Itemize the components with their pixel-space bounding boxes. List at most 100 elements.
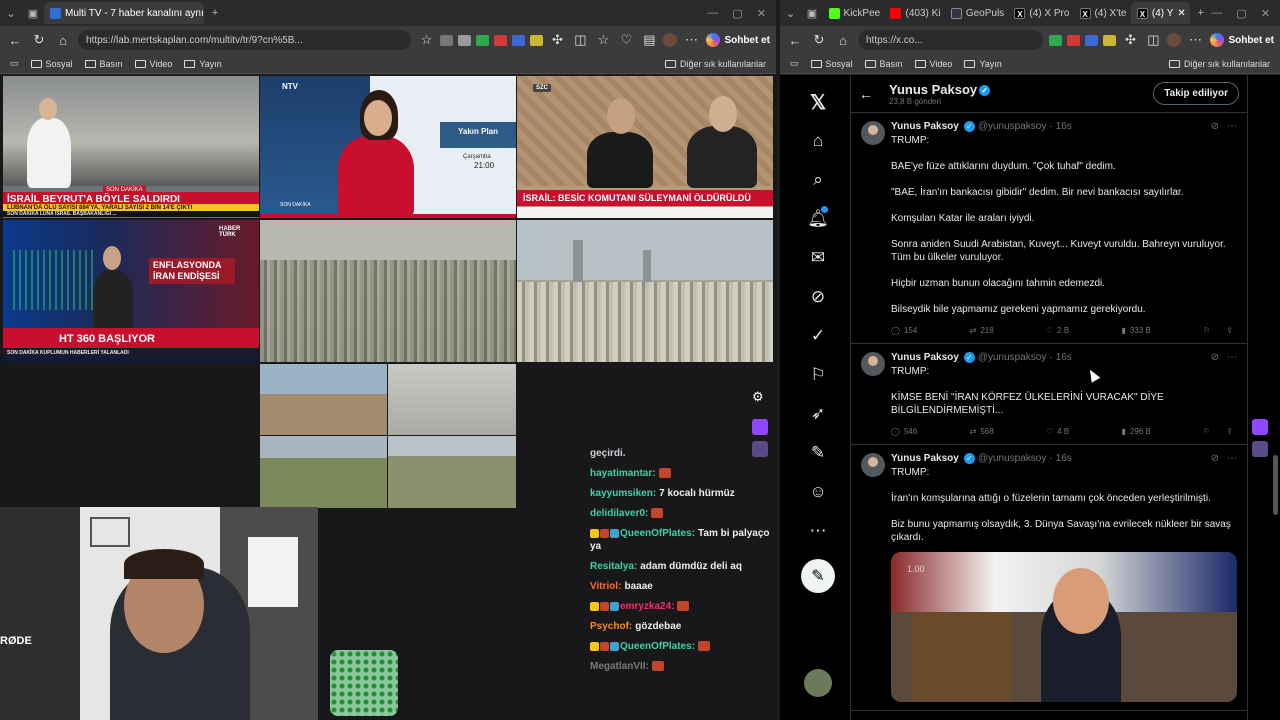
workspaces-icon[interactable]: ▣	[801, 2, 822, 24]
tweet-handle[interactable]: @yunuspaksoy	[978, 352, 1047, 363]
extension-icon[interactable]	[1049, 34, 1063, 46]
extensions-puzzle-icon[interactable]: ✣	[1121, 32, 1139, 48]
copilot-button[interactable]: Sohbet et	[706, 33, 770, 47]
tweet-avatar[interactable]	[861, 352, 885, 376]
profile-icon[interactable]: ☺	[799, 473, 837, 511]
maximize-icon[interactable]: ▢	[1236, 7, 1246, 20]
like-button[interactable]: ♡ 2 B	[1046, 326, 1069, 335]
chat-username[interactable]: MegatlanVII:	[590, 661, 649, 672]
tweet-avatar[interactable]	[861, 121, 885, 145]
address-bar[interactable]: https://lab.mertskaplan.com/multitv/tr/9…	[78, 30, 412, 50]
tv-tile-4[interactable]: HABER TÜRK ENFLASYONDA İRAN ENDİŞESİ HT …	[3, 220, 259, 362]
bookmarks-icon[interactable]: ⚐	[799, 356, 837, 394]
chat-username[interactable]: kayyumsiken:	[590, 488, 656, 499]
bookmark-basin[interactable]: Basın	[84, 59, 123, 69]
settings-gear-icon[interactable]: ⚙	[752, 389, 764, 405]
bookmark-sosyal[interactable]: Sosyal	[30, 59, 73, 69]
split-screen-icon[interactable]: ◫	[571, 32, 589, 48]
extension-icon[interactable]	[494, 34, 508, 46]
other-favorites[interactable]: Diğer sık kullanılanlar	[664, 59, 766, 69]
more-icon[interactable]: ⋯	[1186, 32, 1204, 48]
tweet-author[interactable]: Yunus Paksoy	[891, 352, 959, 363]
grok-icon[interactable]: ⊘	[1211, 352, 1219, 363]
compose-post-button[interactable]: ✎	[801, 559, 835, 593]
tv-tile-7[interactable]	[260, 364, 516, 508]
tab-menu-icon[interactable]: ⌄	[0, 2, 22, 24]
extension-icon[interactable]	[512, 34, 526, 46]
tv-tile-1[interactable]: SON DAKİKA İSRAİL BEYRUT'A BÖYLE SALDIRD…	[3, 76, 259, 218]
star-icon[interactable]: ☆	[417, 32, 435, 48]
close-tab-icon[interactable]: ✕	[1177, 8, 1185, 19]
share-icon[interactable]: ⇪	[1226, 326, 1233, 335]
tweet-handle[interactable]: @yunuspaksoy	[978, 453, 1047, 464]
tab-geopuls[interactable]: GeoPuls	[945, 2, 1009, 24]
views-button[interactable]: ▮ 296 B	[1122, 427, 1151, 436]
side-extension-icon[interactable]	[752, 419, 768, 435]
repost-button[interactable]: ⇄ 218	[970, 326, 994, 335]
more-options-icon[interactable]: ⋯	[1227, 352, 1237, 363]
sidebar-toggle-icon[interactable]: ▭	[10, 58, 19, 69]
workspaces-icon[interactable]: ▣	[22, 2, 44, 24]
search-icon[interactable]: ⌕	[799, 161, 837, 199]
tab-menu-icon[interactable]: ⌄	[780, 2, 801, 24]
reply-button[interactable]: ◯ 154	[891, 326, 917, 335]
reply-button[interactable]: ◯ 546	[891, 427, 917, 436]
repost-button[interactable]: ⇄ 568	[970, 427, 994, 436]
share-icon[interactable]: ⇪	[1226, 427, 1233, 436]
bookmark-yayin[interactable]: Yayın	[964, 59, 1002, 69]
tab-x-pro[interactable]: X (4) X Pro	[1008, 2, 1073, 24]
new-tab-icon[interactable]: +	[204, 2, 226, 24]
grok-icon[interactable]: ⊘	[1211, 121, 1219, 132]
refresh-icon[interactable]: ↻	[810, 32, 828, 48]
extension-icon[interactable]	[458, 34, 472, 46]
extension-icon[interactable]	[476, 34, 490, 46]
extension-icon[interactable]	[1103, 34, 1117, 46]
tweet-time[interactable]: 16s	[1056, 453, 1072, 464]
home-icon[interactable]: ⌂	[54, 33, 72, 48]
address-bar[interactable]: https://x.co...	[858, 30, 1044, 50]
video-speed-label[interactable]: 1.00	[907, 564, 925, 574]
more-icon[interactable]: ⋯	[799, 512, 837, 550]
tweet-author[interactable]: Yunus Paksoy	[891, 453, 959, 464]
grok-icon[interactable]: ⊘	[799, 278, 837, 316]
tweet[interactable]: Yunus Paksoy ✓ @yunuspaksoy · 16s ⊘ ⋯ TRUMP: İra…	[851, 445, 1247, 711]
bookmark-button[interactable]: ⚐ ⇪	[1203, 427, 1233, 436]
close-window-icon[interactable]: ✕	[1261, 7, 1270, 20]
downloads-icon[interactable]: ▤	[640, 32, 658, 48]
other-favorites[interactable]: Diğer sık kullanılanlar	[1168, 59, 1270, 69]
tab-kickpee[interactable]: KickPee	[823, 2, 885, 24]
tab-multitv[interactable]: Multi TV - 7 haber kanalını aynı an ✕	[44, 2, 204, 24]
tab-x-te[interactable]: X (4) X'te	[1074, 2, 1131, 24]
like-button[interactable]: ♡ 4 B	[1046, 427, 1069, 436]
grok-icon[interactable]: ⊘	[1211, 453, 1219, 464]
new-tab-icon[interactable]: +	[1190, 2, 1211, 24]
tweet-time[interactable]: 16s	[1056, 352, 1072, 363]
close-window-icon[interactable]: ✕	[757, 7, 766, 20]
verified-orgs-icon[interactable]: ✓	[799, 317, 837, 355]
bookmark-yayin[interactable]: Yayın	[184, 59, 222, 69]
tv-tile-6[interactable]	[517, 220, 773, 362]
chat-username[interactable]: QueenOfPlates:	[620, 528, 695, 539]
chat-username[interactable]: Psychof:	[590, 621, 632, 632]
tab-youtube[interactable]: (403) Ki	[884, 2, 944, 24]
chat-username[interactable]: hayatimantar:	[590, 468, 656, 479]
extensions-puzzle-icon[interactable]: ✣	[548, 32, 566, 48]
tv-tile-5[interactable]	[260, 220, 516, 362]
back-arrow-icon[interactable]: ←	[859, 86, 889, 102]
tab-x-active[interactable]: X (4) Y ✕	[1130, 2, 1191, 24]
side-extension-icon[interactable]	[1252, 441, 1268, 457]
minimize-icon[interactable]: —	[1211, 7, 1222, 20]
profile-avatar[interactable]	[1167, 33, 1182, 47]
bookmark-sosyal[interactable]: Sosyal	[810, 59, 853, 69]
bookmark-basin[interactable]: Basın	[864, 59, 903, 69]
copilot-button[interactable]: Sohbet et	[1210, 33, 1274, 47]
home-icon[interactable]: ⌂	[799, 122, 837, 160]
extension-icon[interactable]	[1067, 34, 1081, 46]
following-button[interactable]: Takip ediliyor	[1153, 82, 1239, 105]
back-icon[interactable]: ←	[786, 33, 804, 48]
collections-icon[interactable]: ♡	[617, 32, 635, 48]
back-icon[interactable]: ←	[6, 33, 24, 48]
bookmark-button[interactable]: ⚐ ⇪	[1203, 326, 1233, 335]
more-options-icon[interactable]: ⋯	[1227, 453, 1237, 464]
tweet-handle[interactable]: @yunuspaksoy	[978, 121, 1047, 132]
